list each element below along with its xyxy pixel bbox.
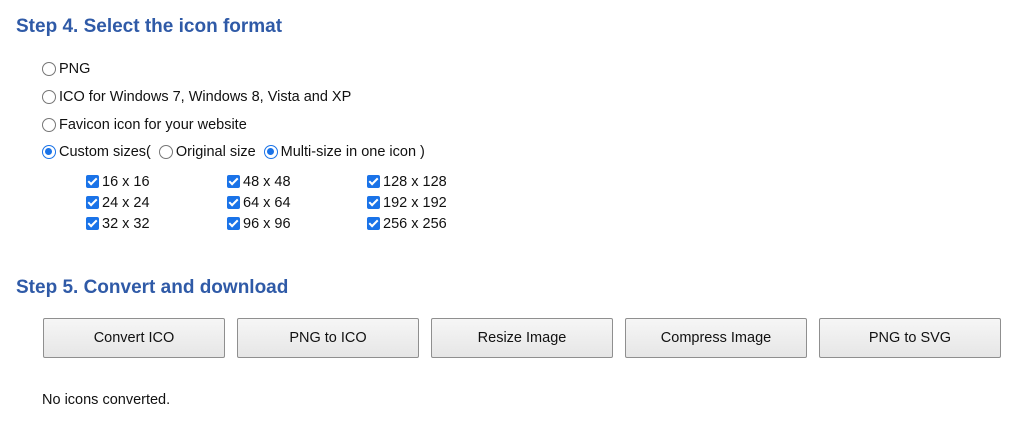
original-size-label: Original size <box>175 144 256 160</box>
multi-size-label: Multi-size in one icon ) <box>280 144 425 160</box>
size-label: 128 x 128 <box>383 173 447 190</box>
checkbox-checked[interactable] <box>86 175 99 188</box>
size-label: 48 x 48 <box>243 173 291 190</box>
size-column: 48 x 48 64 x 64 96 x 96 <box>227 171 291 234</box>
size-option-48[interactable]: 48 x 48 <box>227 171 291 192</box>
checkbox-checked[interactable] <box>227 217 240 230</box>
size-label: 192 x 192 <box>383 194 447 211</box>
size-label: 64 x 64 <box>243 194 291 211</box>
size-option-192[interactable]: 192 x 192 <box>367 192 447 213</box>
format-option-label: Favicon icon for your website <box>59 117 247 133</box>
size-label: 256 x 256 <box>383 215 447 232</box>
compress-image-button[interactable]: Compress Image <box>625 318 807 358</box>
size-label: 16 x 16 <box>102 173 150 190</box>
size-label: 24 x 24 <box>102 194 150 211</box>
checkbox-checked[interactable] <box>86 196 99 209</box>
custom-sizes-radio[interactable] <box>42 145 56 159</box>
conversion-status: No icons converted. <box>42 392 171 408</box>
size-label: 96 x 96 <box>243 215 291 232</box>
size-option-256[interactable]: 256 x 256 <box>367 213 447 234</box>
size-option-16[interactable]: 16 x 16 <box>86 171 150 192</box>
format-option-favicon[interactable]: Favicon icon for your website <box>42 115 247 135</box>
png-to-svg-button[interactable]: PNG to SVG <box>819 318 1001 358</box>
resize-image-button[interactable]: Resize Image <box>431 318 613 358</box>
format-option-custom[interactable]: Custom sizes( Original size Multi-size i… <box>42 142 425 162</box>
checkbox-checked[interactable] <box>227 175 240 188</box>
multi-size-radio[interactable] <box>263 145 278 159</box>
size-column: 16 x 16 24 x 24 32 x 32 <box>86 171 150 234</box>
step5-heading: Step 5. Convert and download <box>16 277 289 298</box>
checkbox-checked[interactable] <box>227 196 240 209</box>
png-to-ico-button[interactable]: PNG to ICO <box>237 318 419 358</box>
format-option-ico[interactable]: ICO for Windows 7, Windows 8, Vista and … <box>42 87 351 107</box>
checkbox-checked[interactable] <box>367 196 380 209</box>
checkbox-checked[interactable] <box>367 217 380 230</box>
ico-radio[interactable] <box>42 90 56 104</box>
format-option-label: PNG <box>59 61 91 77</box>
size-option-128[interactable]: 128 x 128 <box>367 171 447 192</box>
format-option-label: ICO for Windows 7, Windows 8, Vista and … <box>59 89 352 105</box>
checkbox-checked[interactable] <box>367 175 380 188</box>
size-option-96[interactable]: 96 x 96 <box>227 213 291 234</box>
png-radio[interactable] <box>42 62 56 76</box>
size-column: 128 x 128 192 x 192 256 x 256 <box>367 171 447 234</box>
size-option-24[interactable]: 24 x 24 <box>86 192 150 213</box>
format-option-png[interactable]: PNG <box>42 59 90 79</box>
step4-heading: Step 4. Select the icon format <box>16 16 283 37</box>
size-label: 32 x 32 <box>102 215 150 232</box>
original-size-radio[interactable] <box>158 145 173 159</box>
convert-ico-button[interactable]: Convert ICO <box>43 318 225 358</box>
size-option-32[interactable]: 32 x 32 <box>86 213 150 234</box>
size-option-64[interactable]: 64 x 64 <box>227 192 291 213</box>
format-option-label: Custom sizes( <box>59 144 151 160</box>
checkbox-checked[interactable] <box>86 217 99 230</box>
favicon-radio[interactable] <box>42 118 56 132</box>
